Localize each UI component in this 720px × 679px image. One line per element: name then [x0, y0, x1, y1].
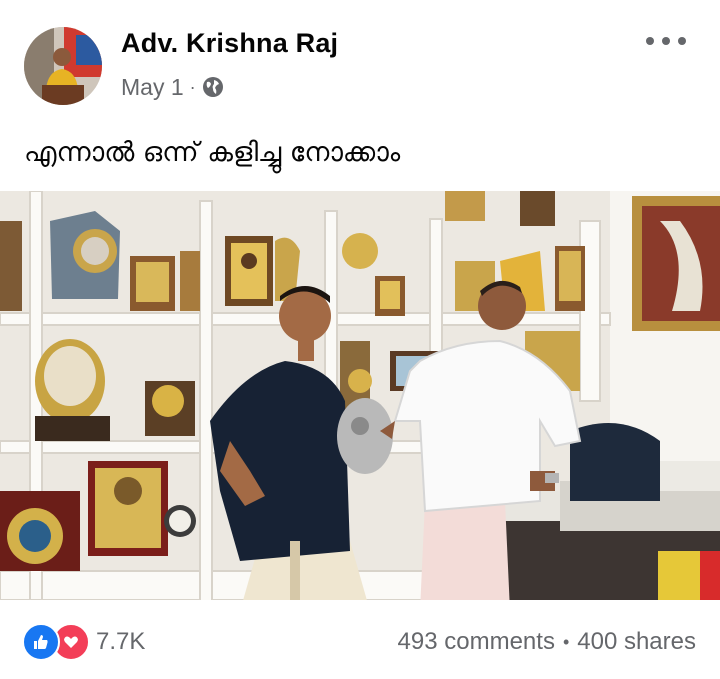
post-meta: May 1 ·: [121, 72, 224, 102]
post-date[interactable]: May 1: [121, 74, 184, 101]
globe-icon[interactable]: [202, 76, 224, 98]
dot: [646, 37, 654, 45]
stats-separator: •: [562, 631, 570, 652]
shares-count[interactable]: 400 shares: [577, 628, 696, 656]
reaction-count: 7.7K: [96, 628, 146, 655]
post-photo[interactable]: [0, 191, 720, 600]
profile-photo: [24, 27, 102, 105]
more-options-icon[interactable]: [646, 28, 686, 54]
engagement-stats: 493 comments • 400 shares: [398, 628, 696, 656]
like-icon: [22, 623, 60, 661]
comments-count[interactable]: 493 comments: [398, 628, 555, 656]
post-footer: 7.7K 493 comments • 400 shares: [0, 608, 720, 672]
meta-separator: ·: [189, 76, 196, 97]
author-name[interactable]: Adv. Krishna Raj: [121, 28, 338, 59]
reactions-summary[interactable]: 7.7K: [22, 623, 145, 661]
dot: [662, 37, 670, 45]
facebook-post: Adv. Krishna Raj May 1 · എന്നാൽ ഒന്ന് കള…: [0, 0, 720, 679]
avatar[interactable]: [24, 27, 102, 105]
post-caption: എന്നാൽ ഒന്ന് കളിച്ചു നോക്കാം: [24, 137, 401, 168]
photo-illustration: [0, 191, 720, 600]
dot: [678, 37, 686, 45]
